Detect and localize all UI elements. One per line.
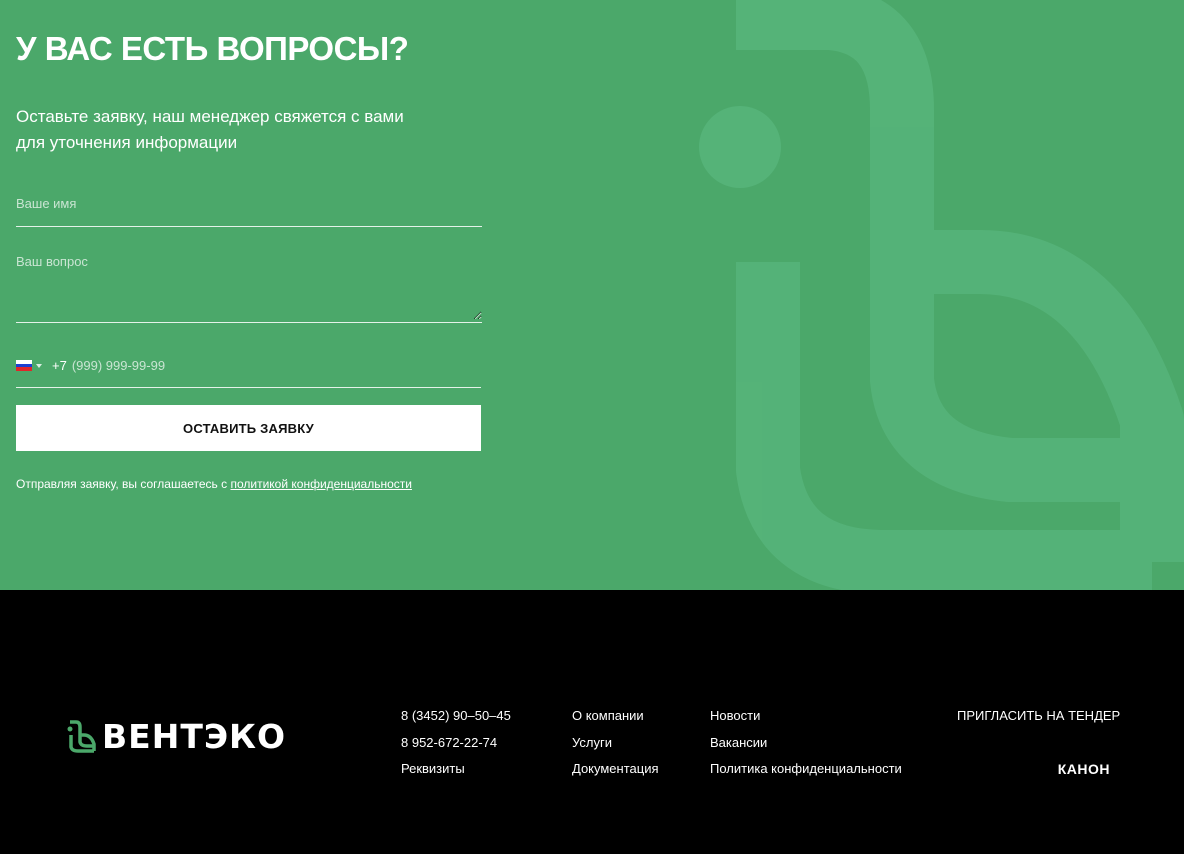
phone-link-2[interactable]: 8 952-672-22-74: [401, 734, 511, 752]
vacancies-link[interactable]: Вакансии: [710, 734, 902, 752]
phone-dial-code: +7: [52, 358, 67, 373]
tender-link[interactable]: ПРИГЛАСИТЬ НА ТЕНДЕР: [957, 707, 1120, 725]
footer-contacts: 8 (3452) 90–50–45 8 952-672-22-74 Реквиз…: [401, 707, 511, 778]
chevron-down-icon: [36, 363, 42, 368]
subtitle-line-2: для уточнения информации: [16, 133, 238, 152]
services-link[interactable]: Услуги: [572, 734, 659, 752]
contact-section: У ВАС ЕСТЬ ВОПРОСЫ? Оставьте заявку, наш…: [0, 0, 1184, 590]
country-selector[interactable]: [16, 360, 42, 372]
logo-mark-icon: [67, 720, 96, 753]
footer-nav-2: Новости Вакансии Политика конфиденциальн…: [710, 707, 902, 778]
consent-prefix: Отправляя заявку, вы соглашаетесь с: [16, 477, 231, 491]
question-textarea[interactable]: [16, 252, 482, 320]
ru-flag-icon: [16, 360, 32, 372]
name-field: [16, 192, 482, 227]
logo-text: ВЕНТЭКО: [102, 717, 287, 756]
form-subtitle: Оставьте заявку, наш менеджер свяжется с…: [16, 104, 436, 156]
about-link[interactable]: О компании: [572, 707, 659, 725]
documentation-link[interactable]: Документация: [572, 760, 659, 778]
page-title: У ВАС ЕСТЬ ВОПРОСЫ?: [16, 30, 409, 67]
background-logo-icon: [699, 0, 1184, 590]
footer-nav-1: О компании Услуги Документация: [572, 707, 659, 778]
news-link[interactable]: Новости: [710, 707, 902, 725]
phone-input[interactable]: [71, 358, 481, 373]
consent-text: Отправляя заявку, вы соглашаетесь с поли…: [16, 477, 412, 491]
privacy-policy-link[interactable]: политикой конфиденциальности: [230, 477, 411, 491]
requisites-link[interactable]: Реквизиты: [401, 760, 511, 778]
phone-field: +7: [16, 352, 481, 388]
phone-link-1[interactable]: 8 (3452) 90–50–45: [401, 707, 511, 725]
developer-logo[interactable]: КАНОН: [1058, 761, 1110, 777]
footer-logo[interactable]: ВЕНТЭКО: [66, 720, 286, 753]
footer-privacy-link[interactable]: Политика конфиденциальности: [710, 760, 902, 778]
question-field: [16, 252, 482, 323]
footer: ВЕНТЭКО 8 (3452) 90–50–45 8 952-672-22-7…: [0, 590, 1184, 854]
submit-button[interactable]: ОСТАВИТЬ ЗАЯВКУ: [16, 405, 481, 451]
name-input[interactable]: [16, 192, 482, 214]
subtitle-line-1: Оставьте заявку, наш менеджер свяжется с…: [16, 107, 404, 126]
